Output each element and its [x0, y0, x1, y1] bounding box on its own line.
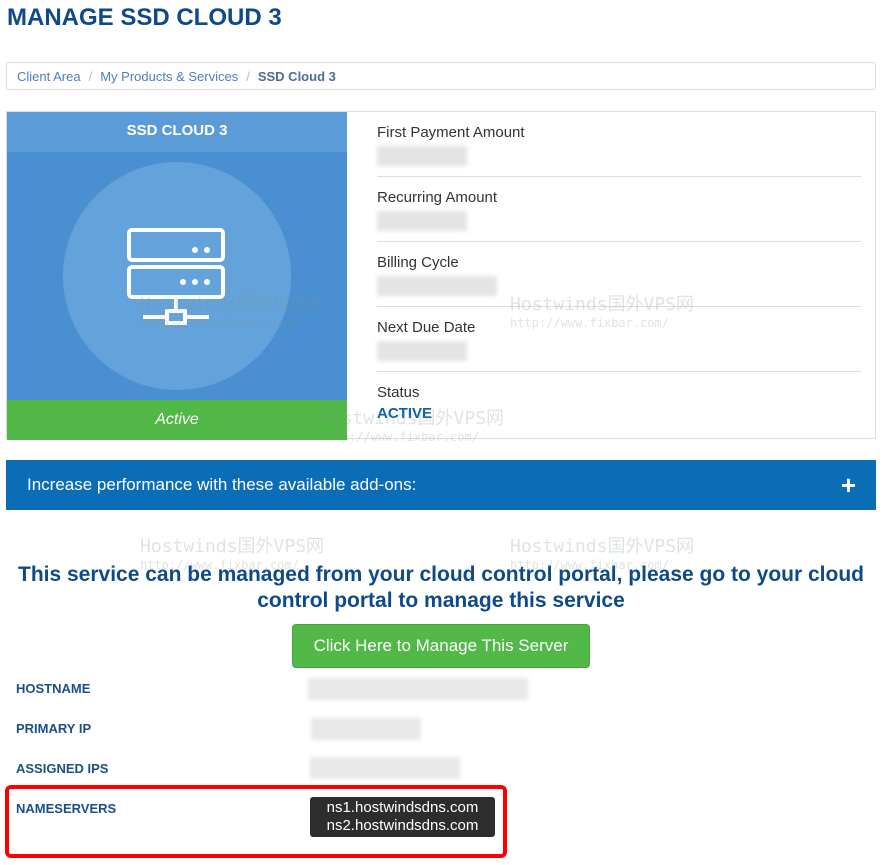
billing-cycle-value	[377, 276, 497, 296]
breadcrumb-current: SSD Cloud 3	[257, 69, 336, 84]
recurring-label: Recurring Amount	[377, 189, 498, 206]
hostname-label: HOSTNAME	[16, 681, 91, 696]
billing-info: First Payment Amount Recurring Amount Bi…	[347, 112, 877, 437]
next-due-value	[377, 341, 467, 361]
breadcrumb-client-area[interactable]: Client Area	[17, 69, 81, 84]
product-status: Active	[7, 400, 347, 440]
product-card: SSD CLOUD 3	[7, 112, 347, 400]
server-icon	[127, 228, 225, 325]
hostname-value	[308, 678, 528, 700]
next-due-label: Next Due Date	[377, 319, 476, 336]
first-payment-value	[377, 146, 467, 166]
cloud-portal-message: This service can be managed from your cl…	[18, 563, 864, 612]
billing-cycle-label: Billing Cycle	[377, 254, 459, 271]
expand-plus-icon[interactable]: +	[841, 470, 856, 501]
highlight-box	[5, 785, 507, 858]
status-value: ACTIVE	[377, 405, 433, 422]
breadcrumb-products[interactable]: My Products & Services	[100, 69, 238, 84]
assigned-ips-label: ASSIGNED IPS	[16, 761, 109, 776]
primary-ip-label: PRIMARY IP	[16, 721, 92, 736]
breadcrumb: Client Area / My Products & Services / SSD C…	[6, 62, 876, 90]
manage-server-button[interactable]: Click Here to Manage This Server	[292, 624, 590, 668]
product-name: SSD CLOUD 3	[7, 112, 347, 152]
first-payment-label: First Payment Amount	[377, 124, 525, 141]
page-title: MANAGE SSD CLOUD 3	[7, 4, 282, 31]
primary-ip-value	[311, 718, 421, 740]
recurring-value	[377, 211, 467, 231]
icon-circle	[63, 162, 291, 390]
assigned-ips-value	[310, 757, 460, 779]
product-panel: SSD CLOUD 3 Active First Payment Amount …	[6, 111, 877, 440]
status-label: Status	[377, 384, 420, 401]
addons-label: Increase performance with these availabl…	[27, 475, 417, 494]
addons-bar[interactable]: Increase performance with these availabl…	[6, 460, 876, 510]
